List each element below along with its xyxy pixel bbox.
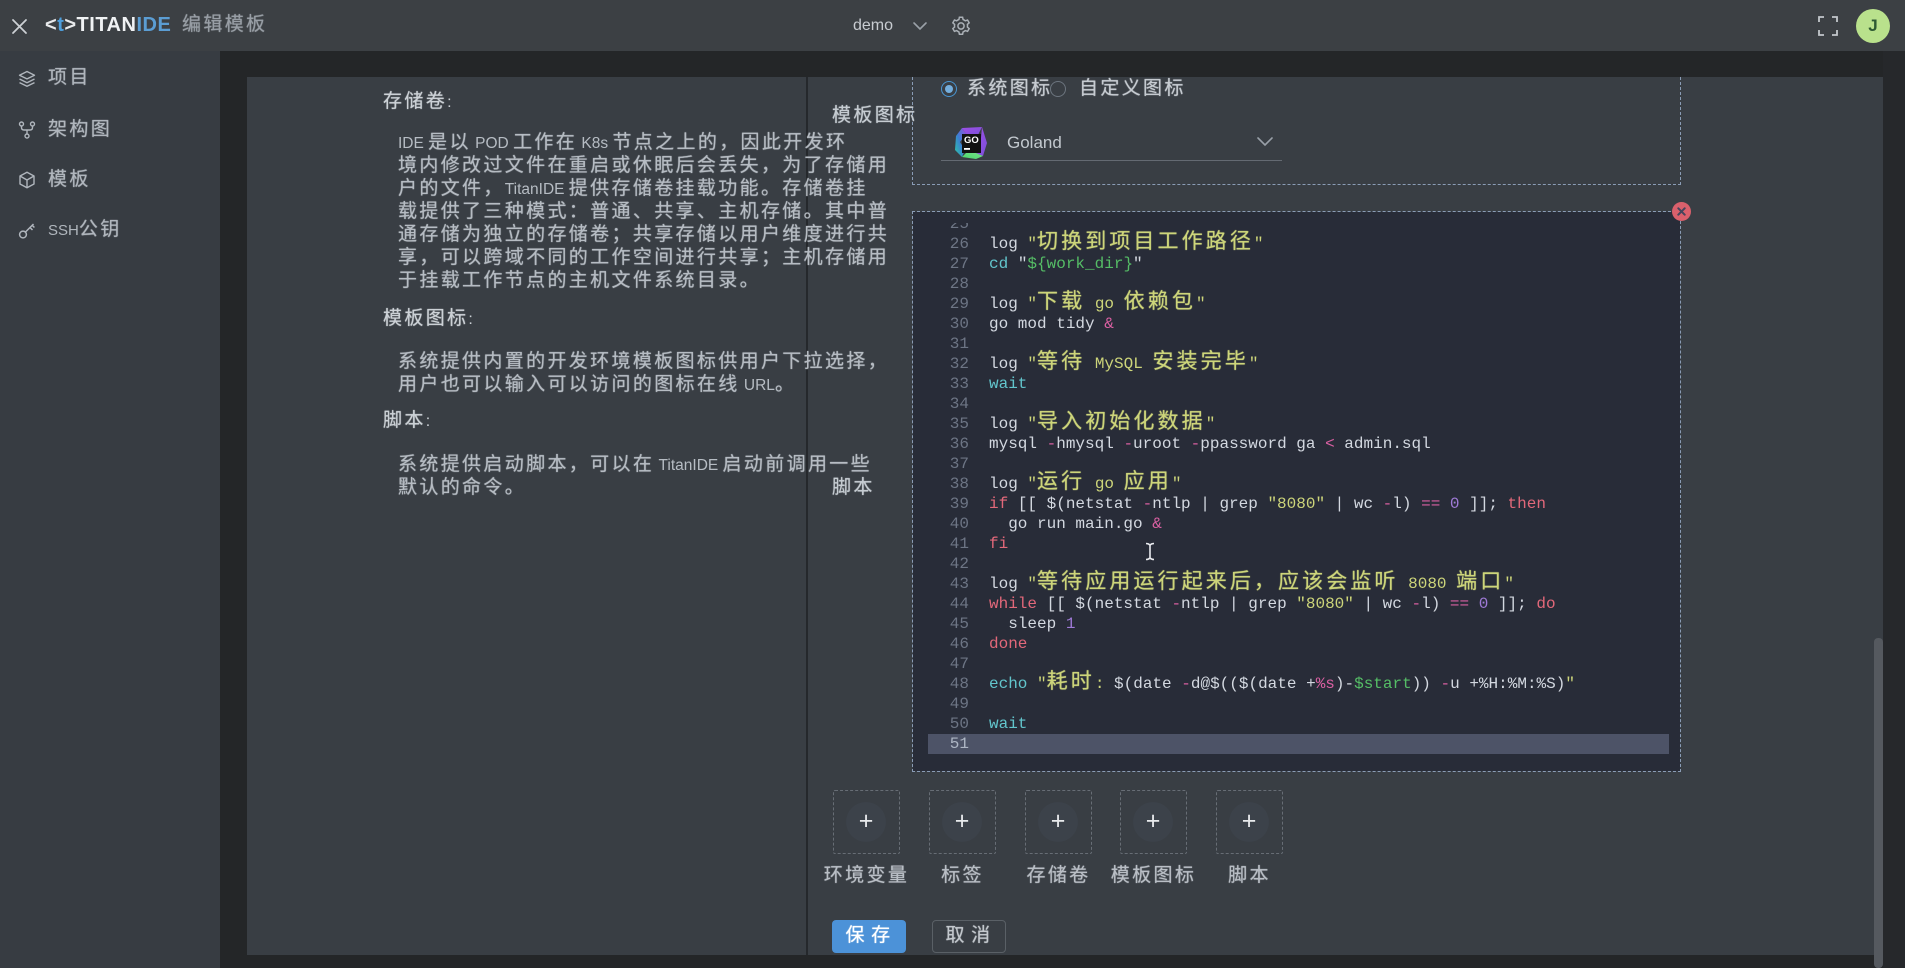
- svg-text:GO: GO: [964, 135, 979, 146]
